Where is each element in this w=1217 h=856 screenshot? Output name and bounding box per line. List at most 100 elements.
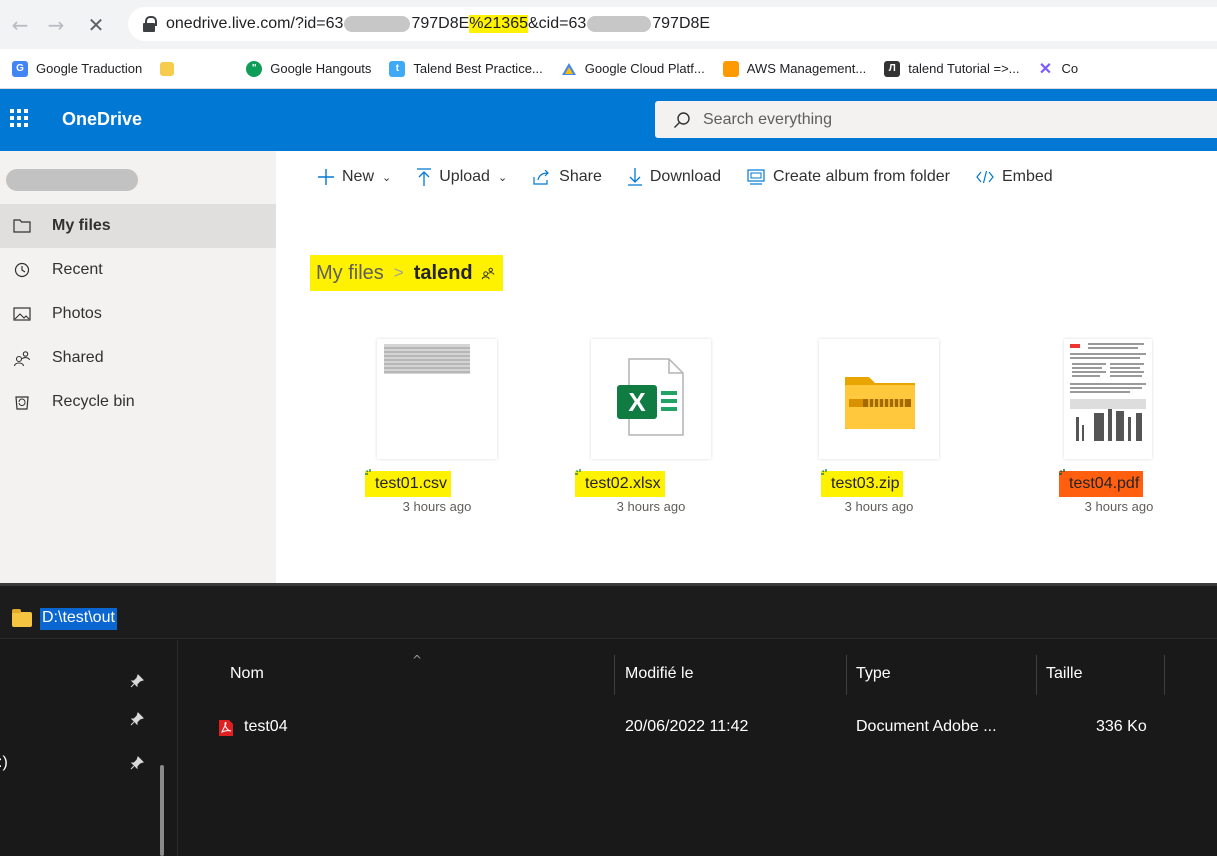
- column-header-type[interactable]: Type: [856, 649, 891, 699]
- address-bar[interactable]: onedrive.live.com/?id=63 797D8E %21365 &…: [128, 7, 1217, 41]
- column-header-name[interactable]: Nom: [230, 649, 264, 699]
- pdf-file-icon: [219, 720, 233, 736]
- bookmark-more[interactable]: ✕ Co: [1038, 60, 1079, 78]
- nav-label: Photos: [52, 305, 102, 322]
- new-button[interactable]: New ⌄: [318, 168, 391, 186]
- new-label: New: [342, 168, 375, 185]
- download-icon: [627, 168, 642, 186]
- csv-thumbnail: [377, 339, 497, 459]
- svg-text:X: X: [628, 387, 646, 417]
- download-button[interactable]: Download: [627, 168, 722, 186]
- new-file-indicator-icon: [821, 469, 827, 475]
- bookmark-google-hangouts[interactable]: " Google Hangouts: [246, 60, 372, 77]
- command-bar: New ⌄ Upload ⌄ Share Download Create alb…: [276, 151, 1217, 203]
- upload-button[interactable]: Upload ⌄: [417, 168, 507, 186]
- breadcrumb-root[interactable]: My files: [316, 262, 384, 285]
- talend-icon: t: [389, 60, 406, 77]
- search-box[interactable]: Search everything: [655, 101, 1217, 138]
- bookmark-talend-best-practice[interactable]: t Talend Best Practice...: [389, 60, 543, 77]
- search-placeholder: Search everything: [703, 110, 832, 128]
- bookmark-talend-tutorial[interactable]: Л talend Tutorial =>...: [884, 60, 1020, 77]
- stop-loading-icon[interactable]: ✕: [82, 13, 110, 37]
- file-tile-pdf[interactable]: test04.pdf 3 hours ago: [1037, 339, 1177, 519]
- lock-icon: [142, 16, 157, 32]
- quick-access-item-label[interactable]: :): [0, 754, 8, 772]
- column-header-size[interactable]: Taille: [1046, 649, 1082, 699]
- explorer-path[interactable]: D:\test\out: [40, 608, 117, 630]
- explorer-address-bar: D:\test\out: [0, 583, 1217, 639]
- column-divider[interactable]: [614, 655, 615, 695]
- code-icon: [976, 170, 994, 184]
- bookmark-label: Talend Best Practice...: [413, 61, 543, 76]
- translate-icon: G: [12, 60, 28, 77]
- bookmark-aws[interactable]: AWS Management...: [722, 60, 866, 77]
- explorer-quick-access: :): [0, 640, 178, 856]
- scrollbar-thumb[interactable]: [160, 765, 164, 856]
- share-button[interactable]: Share: [533, 168, 602, 186]
- gcp-icon: [561, 61, 577, 77]
- shared-icon: [481, 266, 495, 280]
- file-modified: 3 hours ago: [616, 499, 686, 514]
- back-arrow-icon[interactable]: ←: [6, 13, 34, 37]
- folder-icon: [12, 609, 32, 627]
- download-label: Download: [649, 168, 722, 185]
- embed-button[interactable]: Embed: [976, 168, 1053, 186]
- column-divider[interactable]: [846, 655, 847, 695]
- browser-toolbar: ← → ✕ onedrive.live.com/?id=63 797D8E %2…: [0, 0, 1217, 49]
- shared-icon: [12, 348, 32, 368]
- nav-recent[interactable]: Recent: [0, 248, 276, 292]
- create-album-label: Create album from folder: [773, 168, 950, 185]
- nav-label: My files: [52, 217, 111, 234]
- app-launcher-icon[interactable]: [10, 109, 28, 127]
- file-tile-xlsx[interactable]: X test02.xlsx 3 hours ago: [575, 339, 721, 519]
- onedrive-header: OneDrive Search everything: [0, 89, 1217, 151]
- breadcrumb-current: talend: [413, 261, 473, 284]
- chevron-down-icon: ⌄: [382, 170, 392, 184]
- screenshot: ← → ✕ onedrive.live.com/?id=63 797D8E %2…: [0, 0, 1217, 856]
- app-brand[interactable]: OneDrive: [62, 109, 142, 130]
- nav-shared[interactable]: Shared: [0, 336, 276, 380]
- excel-icon: X: [617, 358, 684, 436]
- file-modified: 3 hours ago: [1084, 499, 1154, 514]
- column-divider[interactable]: [1036, 655, 1037, 695]
- bookmark-label: Google Hangouts: [270, 61, 372, 76]
- pin-icon[interactable]: [130, 712, 144, 726]
- search-icon: [674, 111, 690, 128]
- chevron-down-icon: ⌄: [497, 170, 508, 184]
- new-file-indicator-icon: [1059, 469, 1065, 475]
- bookmark-folder[interactable]: [160, 61, 228, 76]
- share-label: Share: [559, 168, 602, 185]
- row-type: Document Adobe ...: [856, 718, 997, 735]
- nav-photos[interactable]: Photos: [0, 292, 276, 336]
- pin-icon[interactable]: [130, 674, 144, 688]
- nav-my-files[interactable]: My files: [0, 204, 276, 248]
- clock-icon: [12, 260, 32, 280]
- create-album-button[interactable]: Create album from folder: [747, 168, 950, 186]
- hangouts-icon: ": [246, 60, 263, 77]
- breadcrumb: My files > talend: [310, 255, 503, 291]
- bookmarks-bar: G Google Traduction " Google Hangouts t …: [0, 49, 1217, 89]
- column-divider[interactable]: [1164, 655, 1165, 695]
- plus-icon: [318, 169, 334, 185]
- nav-label: Recent: [52, 261, 103, 278]
- bookmark-label: Co: [1061, 61, 1079, 76]
- xlsx-thumbnail: X: [591, 339, 711, 459]
- row-size: 336 Ko: [1096, 718, 1147, 735]
- folder-icon: [160, 61, 175, 76]
- forward-arrow-icon[interactable]: →: [42, 13, 70, 37]
- file-modified: 3 hours ago: [844, 499, 914, 514]
- bookmark-google-cloud[interactable]: Google Cloud Platf...: [561, 61, 705, 77]
- url-cid: &cid=63: [527, 15, 587, 32]
- url-prefix: onedrive.live.com/?id=63: [166, 15, 344, 32]
- zip-folder-icon: [845, 377, 915, 429]
- pin-icon[interactable]: [130, 756, 144, 770]
- zip-thumbnail: [819, 339, 939, 459]
- new-file-indicator-icon: [575, 469, 581, 475]
- bookmark-icon: ✕: [1038, 60, 1053, 78]
- nav-recycle-bin[interactable]: Recycle bin: [0, 380, 276, 424]
- main-content: New ⌄ Upload ⌄ Share Download Create alb…: [276, 151, 1217, 583]
- file-tile-csv[interactable]: test01.csv 3 hours ago: [365, 339, 507, 519]
- bookmark-google-traduction[interactable]: G Google Traduction: [12, 60, 142, 77]
- column-header-modified[interactable]: Modifié le: [625, 649, 693, 699]
- file-tile-zip[interactable]: test03.zip 3 hours ago: [809, 339, 949, 519]
